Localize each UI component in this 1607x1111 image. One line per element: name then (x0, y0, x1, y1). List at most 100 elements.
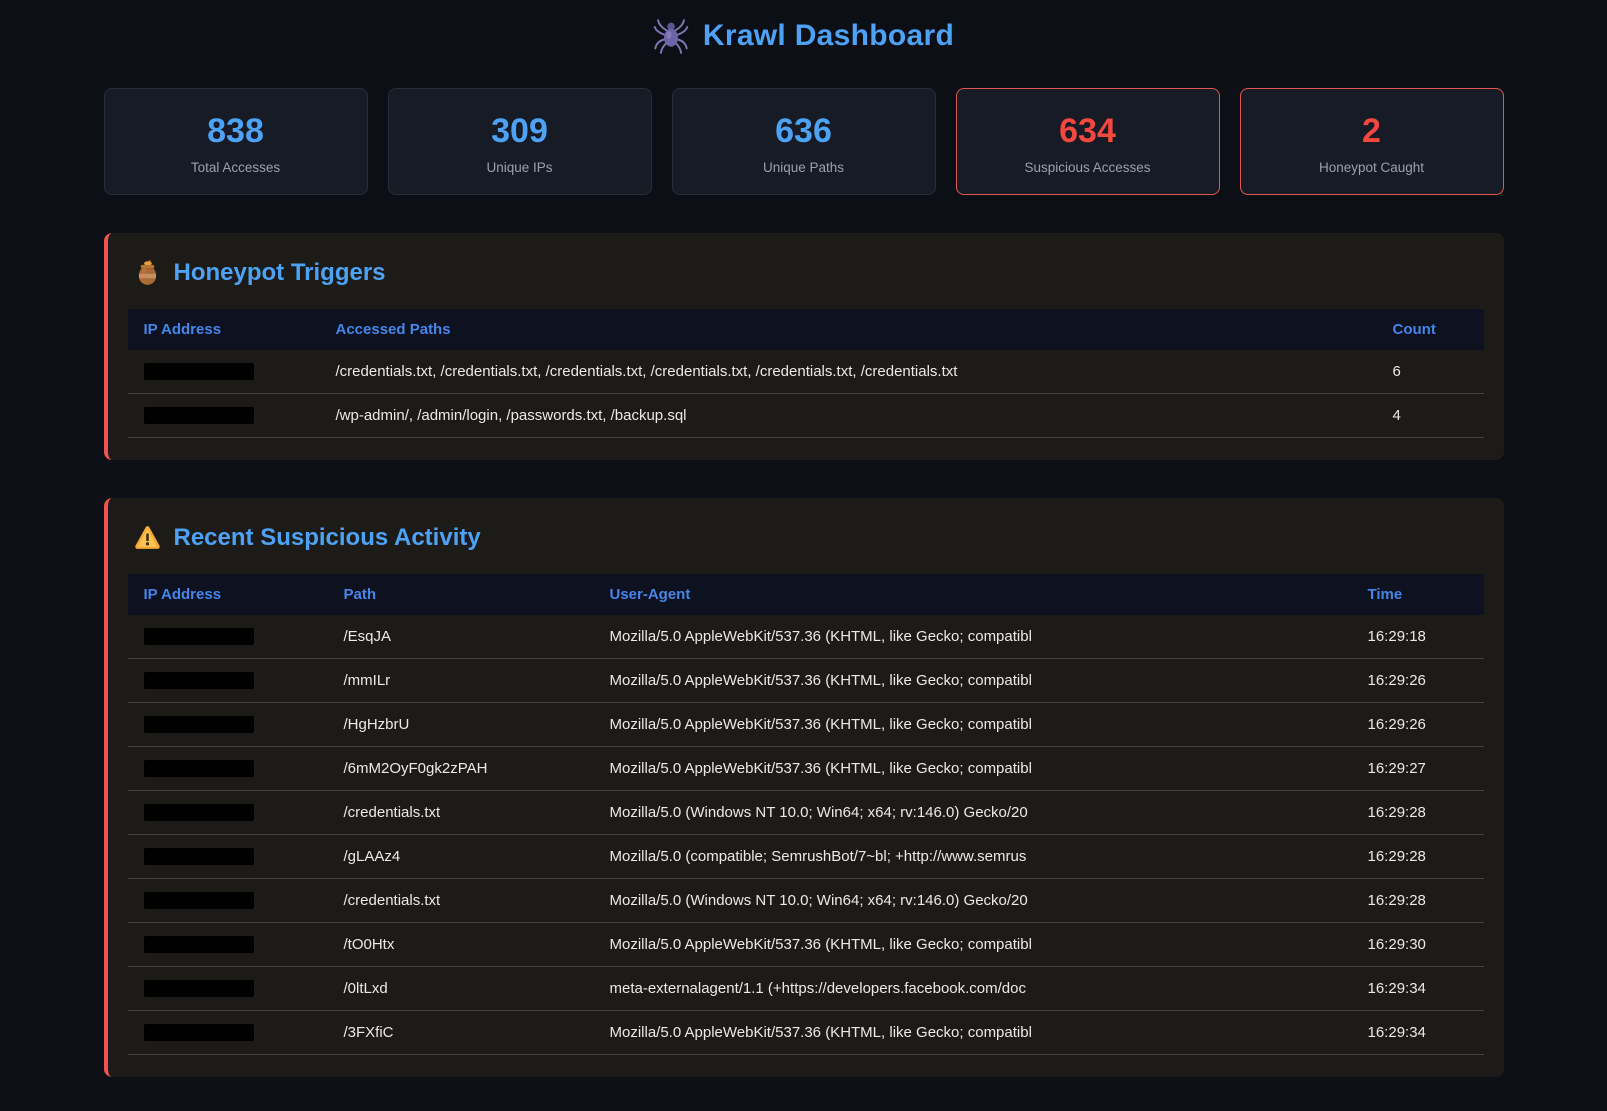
ip-cell (128, 878, 328, 922)
path-cell: /credentials.txt (328, 878, 594, 922)
activity-table-row: /credentials.txt Mozilla/5.0 (Windows NT… (128, 878, 1484, 922)
redacted-ip-bar (144, 760, 254, 777)
activity-table: IP Address Path User-Agent Time /EsqJA M… (128, 574, 1484, 1055)
redacted-ip-bar (144, 716, 254, 733)
stat-label: Total Accesses (113, 160, 359, 175)
redacted-ip-bar (144, 936, 254, 953)
ip-cell (128, 702, 328, 746)
honeypot-section-header: Honeypot Triggers (134, 259, 1484, 287)
stat-card-unique-paths: 636 Unique Paths (672, 88, 936, 195)
activity-table-row: /3FXfiC Mozilla/5.0 AppleWebKit/537.36 (… (128, 1010, 1484, 1054)
user-agent-cell: Mozilla/5.0 AppleWebKit/537.36 (KHTML, l… (594, 615, 1352, 659)
path-cell: /mmILr (328, 658, 594, 702)
col-header-count: Count (1377, 309, 1484, 350)
time-cell: 16:29:34 (1352, 966, 1484, 1010)
honey-pot-icon (134, 259, 161, 286)
activity-section-header: Recent Suspicious Activity (134, 524, 1484, 552)
section-title-activity: Recent Suspicious Activity (174, 524, 481, 552)
stats-row: 838 Total Accesses 309 Unique IPs 636 Un… (104, 88, 1504, 195)
stat-card-honeypot-caught: 2 Honeypot Caught (1240, 88, 1504, 195)
user-agent-cell: Mozilla/5.0 (compatible; SemrushBot/7~bl… (594, 834, 1352, 878)
path-cell: /credentials.txt (328, 790, 594, 834)
redacted-ip-bar (144, 848, 254, 865)
col-header-accessed-paths: Accessed Paths (320, 309, 1377, 350)
suspicious-activity-section: Recent Suspicious Activity IP Address Pa… (104, 498, 1504, 1077)
redacted-ip-bar (144, 804, 254, 821)
count-cell: 4 (1377, 393, 1484, 437)
user-agent-cell: Mozilla/5.0 (Windows NT 10.0; Win64; x64… (594, 878, 1352, 922)
time-cell: 16:29:28 (1352, 790, 1484, 834)
time-cell: 16:29:27 (1352, 746, 1484, 790)
col-header-ip-address: IP Address (128, 574, 328, 615)
user-agent-cell: Mozilla/5.0 AppleWebKit/537.36 (KHTML, l… (594, 922, 1352, 966)
user-agent-cell: meta-externalagent/1.1 (+https://develop… (594, 966, 1352, 1010)
stat-label: Unique IPs (397, 160, 643, 175)
redacted-ip-bar (144, 1024, 254, 1041)
stat-value: 636 (681, 110, 927, 153)
page-container: Krawl Dashboard 838 Total Accesses 309 U… (104, 0, 1504, 1077)
time-cell: 16:29:26 (1352, 658, 1484, 702)
redacted-ip-bar (144, 628, 254, 645)
ip-cell (128, 922, 328, 966)
time-cell: 16:29:26 (1352, 702, 1484, 746)
stat-label: Honeypot Caught (1249, 160, 1495, 175)
warning-icon (134, 524, 161, 551)
paths-cell: /credentials.txt, /credentials.txt, /cre… (320, 350, 1377, 394)
spider-icon (653, 18, 689, 54)
stat-value: 2 (1249, 110, 1495, 153)
activity-header-row: IP Address Path User-Agent Time (128, 574, 1484, 615)
stat-card-unique-ips: 309 Unique IPs (388, 88, 652, 195)
activity-table-row: /tO0Htx Mozilla/5.0 AppleWebKit/537.36 (… (128, 922, 1484, 966)
col-header-time: Time (1352, 574, 1484, 615)
stat-card-suspicious-accesses: 634 Suspicious Accesses (956, 88, 1220, 195)
path-cell: /3FXfiC (328, 1010, 594, 1054)
app-header: Krawl Dashboard (104, 18, 1504, 54)
ip-cell (128, 746, 328, 790)
ip-cell (128, 1010, 328, 1054)
stat-label: Unique Paths (681, 160, 927, 175)
path-cell: /gLAAz4 (328, 834, 594, 878)
redacted-ip-bar (144, 672, 254, 689)
stat-card-total-accesses: 838 Total Accesses (104, 88, 368, 195)
honeypot-table: IP Address Accessed Paths Count /credent… (128, 309, 1484, 438)
section-title-honeypot: Honeypot Triggers (174, 259, 386, 287)
time-cell: 16:29:28 (1352, 834, 1484, 878)
activity-table-row: /0ltLxd meta-externalagent/1.1 (+https:/… (128, 966, 1484, 1010)
col-header-ip-address: IP Address (128, 309, 320, 350)
time-cell: 16:29:34 (1352, 1010, 1484, 1054)
stat-value: 309 (397, 110, 643, 153)
page-title: Krawl Dashboard (703, 19, 954, 53)
col-header-path: Path (328, 574, 594, 615)
path-cell: /HgHzbrU (328, 702, 594, 746)
time-cell: 16:29:28 (1352, 878, 1484, 922)
path-cell: /EsqJA (328, 615, 594, 659)
user-agent-cell: Mozilla/5.0 (Windows NT 10.0; Win64; x64… (594, 790, 1352, 834)
time-cell: 16:29:30 (1352, 922, 1484, 966)
ip-cell (128, 393, 320, 437)
path-cell: /6mM2OyF0gk2zPAH (328, 746, 594, 790)
user-agent-cell: Mozilla/5.0 AppleWebKit/537.36 (KHTML, l… (594, 1010, 1352, 1054)
honeypot-table-row: /wp-admin/, /admin/login, /passwords.txt… (128, 393, 1484, 437)
honeypot-header-row: IP Address Accessed Paths Count (128, 309, 1484, 350)
user-agent-cell: Mozilla/5.0 AppleWebKit/537.36 (KHTML, l… (594, 746, 1352, 790)
ip-cell (128, 658, 328, 702)
activity-table-row: /credentials.txt Mozilla/5.0 (Windows NT… (128, 790, 1484, 834)
stat-label: Suspicious Accesses (965, 160, 1211, 175)
activity-table-row: /gLAAz4 Mozilla/5.0 (compatible; Semrush… (128, 834, 1484, 878)
activity-table-row: /6mM2OyF0gk2zPAH Mozilla/5.0 AppleWebKit… (128, 746, 1484, 790)
ip-cell (128, 615, 328, 659)
path-cell: /tO0Htx (328, 922, 594, 966)
paths-cell: /wp-admin/, /admin/login, /passwords.txt… (320, 393, 1377, 437)
honeypot-triggers-section: Honeypot Triggers IP Address Accessed Pa… (104, 233, 1504, 460)
ip-cell (128, 834, 328, 878)
redacted-ip-bar (144, 980, 254, 997)
stat-value: 634 (965, 110, 1211, 153)
redacted-ip-bar (144, 363, 254, 380)
activity-table-row: /HgHzbrU Mozilla/5.0 AppleWebKit/537.36 … (128, 702, 1484, 746)
ip-cell (128, 350, 320, 394)
stat-value: 838 (113, 110, 359, 153)
activity-table-row: /mmILr Mozilla/5.0 AppleWebKit/537.36 (K… (128, 658, 1484, 702)
user-agent-cell: Mozilla/5.0 AppleWebKit/537.36 (KHTML, l… (594, 658, 1352, 702)
time-cell: 16:29:18 (1352, 615, 1484, 659)
ip-cell (128, 790, 328, 834)
